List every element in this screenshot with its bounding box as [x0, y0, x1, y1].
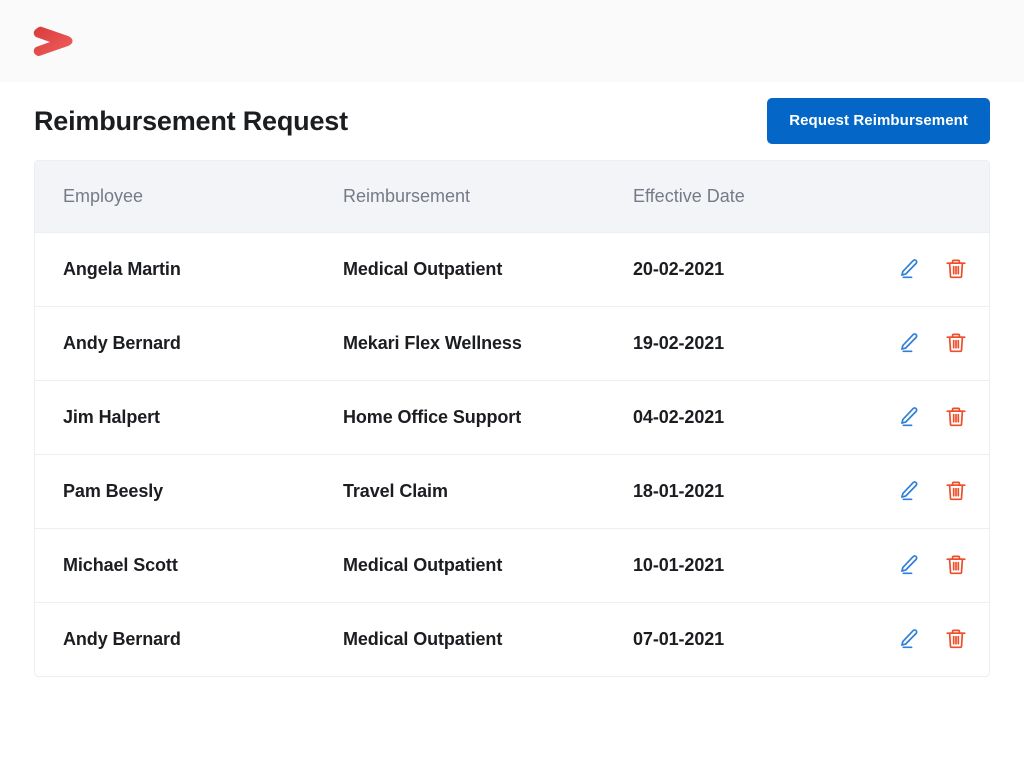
cell-actions	[875, 528, 989, 602]
cell-actions	[875, 454, 989, 528]
cell-reimbursement: Medical Outpatient	[343, 554, 503, 575]
cell-reimbursement: Home Office Support	[343, 406, 522, 427]
table-row: Andy Bernard Medical Outpatient 07-01-2021	[35, 602, 989, 676]
page-header: Reimbursement Request Request Reimbursem…	[34, 82, 990, 160]
table-row: Pam Beesly Travel Claim 18-01-2021	[35, 454, 989, 528]
delete-row-button[interactable]	[941, 402, 971, 432]
table-body: Angela Martin Medical Outpatient 20-02-202…	[35, 232, 989, 676]
cell-reimbursement: Travel Claim	[343, 480, 448, 501]
reimbursement-table-card: Employee Reimbursement Effective Date An…	[34, 160, 990, 677]
cell-employee: Andy Bernard	[63, 332, 181, 353]
cell-reimbursement: Medical Outpatient	[343, 258, 503, 279]
table-header: Employee Reimbursement Effective Date	[35, 161, 989, 232]
edit-pencil-icon	[901, 333, 918, 353]
cell-employee: Pam Beesly	[63, 480, 164, 501]
edit-pencil-icon	[901, 629, 918, 649]
cell-effective-date: 20-02-2021	[633, 258, 725, 279]
request-reimbursement-button[interactable]: Request Reimbursement	[767, 98, 990, 144]
edit-row-button[interactable]	[893, 624, 923, 654]
cell-actions	[875, 306, 989, 380]
cell-effective-date: 10-01-2021	[633, 554, 725, 575]
delete-row-button[interactable]	[941, 254, 971, 284]
edit-pencil-icon	[901, 555, 918, 575]
delete-row-button[interactable]	[941, 476, 971, 506]
delete-trash-icon	[946, 333, 966, 353]
column-header-effective-date: Effective Date	[633, 185, 745, 206]
mekari-chevron-logo	[33, 26, 73, 56]
cell-actions	[875, 602, 989, 676]
edit-row-button[interactable]	[893, 254, 923, 284]
edit-row-button[interactable]	[893, 328, 923, 358]
cell-employee: Andy Bernard	[63, 628, 181, 649]
table-row: Andy Bernard Mekari Flex Wellness 19-02-20…	[35, 306, 989, 380]
delete-trash-icon	[946, 555, 966, 575]
delete-trash-icon	[946, 259, 966, 279]
cell-actions	[875, 380, 989, 454]
cell-effective-date: 07-01-2021	[633, 628, 725, 649]
edit-pencil-icon	[901, 481, 918, 501]
page-container: Reimbursement Request Request Reimbursem…	[0, 82, 1024, 677]
edit-row-button[interactable]	[893, 550, 923, 580]
cell-employee: Angela Martin	[63, 258, 181, 279]
table-row: Angela Martin Medical Outpatient 20-02-202…	[35, 232, 989, 306]
column-header-employee: Employee	[63, 185, 144, 206]
page-title: Reimbursement Request	[34, 105, 348, 136]
edit-pencil-icon	[901, 407, 918, 427]
reimbursement-table: Employee Reimbursement Effective Date An…	[35, 161, 989, 676]
column-header-actions	[875, 161, 989, 232]
cell-effective-date: 18-01-2021	[633, 480, 725, 501]
cell-effective-date: 04-02-2021	[633, 406, 725, 427]
cell-employee: Michael Scott	[63, 554, 178, 575]
edit-row-button[interactable]	[893, 402, 923, 432]
edit-pencil-icon	[901, 259, 918, 279]
delete-trash-icon	[946, 629, 966, 649]
cell-employee: Jim Halpert	[63, 406, 160, 427]
app-logo[interactable]	[30, 19, 86, 63]
table-row: Jim Halpert Home Office Support 04-02-2021	[35, 380, 989, 454]
delete-row-button[interactable]	[941, 624, 971, 654]
cell-effective-date: 19-02-2021	[633, 332, 725, 353]
delete-trash-icon	[946, 481, 966, 501]
cell-reimbursement: Mekari Flex Wellness	[343, 332, 522, 353]
edit-row-button[interactable]	[893, 476, 923, 506]
table-header-row: Employee Reimbursement Effective Date	[35, 161, 989, 232]
cell-actions	[875, 232, 989, 306]
delete-row-button[interactable]	[941, 328, 971, 358]
column-header-reimbursement: Reimbursement	[343, 185, 471, 206]
app-topbar	[0, 0, 1024, 82]
table-row: Michael Scott Medical Outpatient 10-01-202…	[35, 528, 989, 602]
delete-trash-icon	[946, 407, 966, 427]
delete-row-button[interactable]	[941, 550, 971, 580]
cell-reimbursement: Medical Outpatient	[343, 628, 503, 649]
